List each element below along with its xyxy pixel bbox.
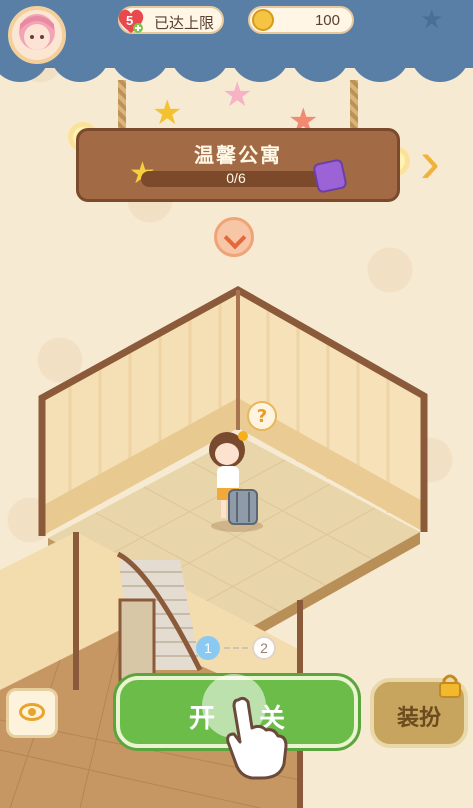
dress-up-label: 装扮 bbox=[396, 705, 441, 730]
view-toggle-button[interactable] bbox=[6, 688, 58, 738]
pointer-hand-icon bbox=[202, 674, 288, 780]
player-avatar[interactable] bbox=[8, 6, 66, 64]
svg-text:?: ? bbox=[257, 406, 267, 427]
coin-amount: 100 bbox=[314, 12, 340, 29]
building-sign: 温馨公寓 ★ 0/6 bbox=[76, 128, 400, 202]
step-2-dot: 2 bbox=[252, 636, 276, 660]
down-arrow-icon[interactable] bbox=[214, 217, 254, 257]
energy-status: 已达上限 bbox=[154, 15, 215, 32]
next-arrow-icon[interactable]: › bbox=[420, 132, 460, 192]
building-progress-bar: 0/6 bbox=[141, 170, 331, 187]
star-icon: ★ bbox=[222, 76, 253, 114]
avatar-icon bbox=[19, 14, 55, 50]
coin-icon bbox=[252, 9, 274, 31]
building-name: 温馨公寓 bbox=[194, 145, 282, 167]
sign-rope bbox=[118, 80, 126, 132]
star-decoration-icon: ★ bbox=[420, 4, 444, 34]
sign-rope bbox=[350, 80, 358, 132]
star-icon: ★ bbox=[152, 94, 183, 132]
energy-counter[interactable]: 5 已达上限 bbox=[118, 6, 224, 34]
question-icon: ? bbox=[247, 401, 277, 431]
eye-icon bbox=[19, 703, 45, 721]
energy-count: 5 bbox=[126, 13, 134, 28]
step-1-dot: 1 bbox=[196, 636, 220, 660]
lock-icon bbox=[439, 674, 461, 698]
progress-text: 0/6 bbox=[226, 170, 246, 186]
gift-icon[interactable] bbox=[312, 158, 348, 194]
coin-counter[interactable]: 100 bbox=[248, 6, 354, 34]
tutorial-stepper: 1 2 bbox=[196, 636, 280, 662]
step-connector bbox=[224, 647, 248, 649]
